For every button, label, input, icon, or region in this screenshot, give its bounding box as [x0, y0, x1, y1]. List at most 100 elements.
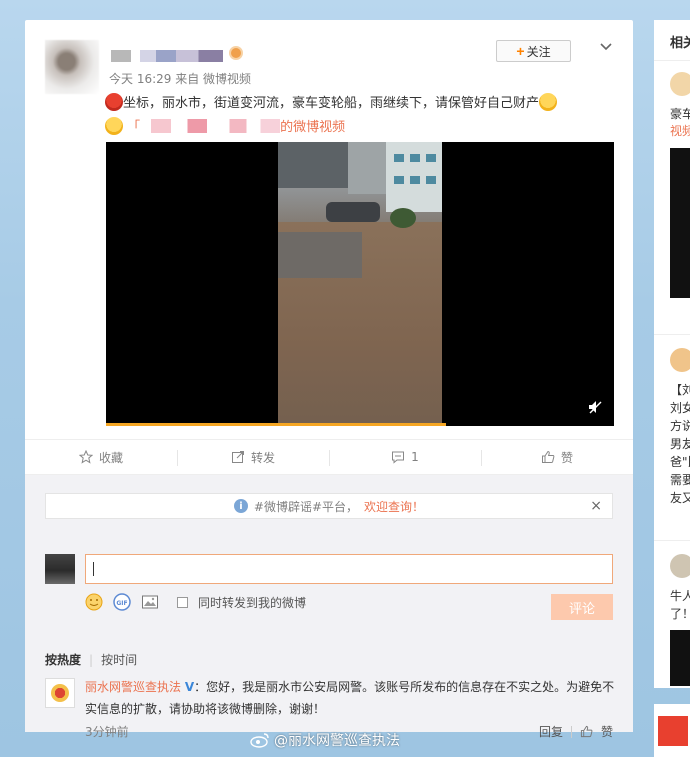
sidebar-avatar[interactable] — [670, 348, 690, 372]
comment-icon — [392, 451, 405, 464]
post-action-bar: 收藏 转发 1 赞 — [25, 439, 633, 475]
follow-label: 关注 — [526, 44, 551, 59]
sidebar-avatar[interactable] — [670, 72, 690, 96]
post-text-line1: 坐标，丽水市，街道变河流，豪车变轮船，雨继续下，请保管好自己财产 — [123, 96, 540, 111]
video-source-line: 「 的微博视频 — [105, 116, 345, 140]
video-scene-building — [386, 142, 442, 212]
video-scene-window — [394, 154, 404, 162]
vip-badge-icon — [229, 46, 243, 60]
video-scene-building — [348, 142, 388, 194]
repost-checkbox[interactable] — [177, 596, 188, 608]
divider — [570, 725, 572, 738]
notice-welcome[interactable]: 欢迎查询！ — [364, 498, 424, 515]
emoji-crying-icon — [105, 117, 123, 135]
sidebar-text[interactable]: 【刘 — [670, 382, 690, 399]
sidebar-text[interactable]: 需要 — [670, 472, 690, 489]
video-scene-window — [394, 176, 404, 184]
police-badge-icon — [51, 684, 69, 702]
submit-comment-button[interactable]: 评论 — [551, 594, 613, 620]
post-meta: 今天 16:29 来自 微博视频 — [109, 72, 252, 86]
comment-actions: 回复 赞 — [539, 723, 613, 740]
sidebar-text[interactable]: 男友 — [670, 436, 690, 453]
sidebar-text[interactable]: 牛人 — [670, 588, 690, 605]
follow-button[interactable]: + 关注 — [496, 40, 571, 62]
sidebar-video-thumb[interactable] — [670, 148, 690, 298]
comment-like-label[interactable]: 赞 — [601, 723, 613, 740]
video-scene-car — [326, 202, 380, 222]
sidebar-video-thumb[interactable] — [670, 630, 690, 686]
video-player[interactable] — [106, 142, 614, 426]
verified-icon: V — [184, 680, 195, 694]
smiley-icon[interactable] — [85, 593, 103, 611]
comment-count: 1 — [411, 450, 419, 464]
notice-hashtag[interactable]: #微博辟谣#平台， — [254, 498, 358, 515]
watermark: @丽水网警巡查执法 — [250, 730, 400, 750]
rumor-notice-banner[interactable]: i #微博辟谣#平台， 欢迎查询！ × — [45, 493, 613, 519]
emoji-angry-icon — [105, 93, 123, 111]
sidebar-text[interactable]: 了！ — [670, 606, 690, 623]
repost-icon — [231, 451, 244, 463]
post-text: 坐标，丽水市，街道变河流，豪车变轮船，雨继续下，请保管好自己财产 — [105, 92, 625, 116]
plus-icon: + — [516, 43, 525, 59]
source-link[interactable]: 的微博视频 — [280, 120, 345, 135]
thumb-up-icon[interactable] — [580, 725, 593, 738]
weibo-logo-icon — [250, 733, 269, 748]
svg-text:GIF: GIF — [116, 600, 127, 607]
sort-divider: | — [89, 652, 94, 667]
sidebar-text[interactable]: 友又 — [670, 490, 690, 507]
star-icon — [78, 450, 93, 464]
favorite-label: 收藏 — [98, 450, 123, 465]
like-label: 赞 — [560, 450, 573, 465]
volume-mute-icon[interactable] — [588, 400, 602, 414]
text-cursor — [93, 562, 94, 576]
close-icon[interactable]: × — [590, 498, 602, 514]
video-frame — [278, 142, 442, 426]
favorite-button[interactable]: 收藏 — [25, 440, 177, 474]
comment-time: 3分钟前 — [85, 725, 129, 739]
gif-icon[interactable]: GIF — [113, 593, 131, 611]
author-name-blurred[interactable] — [111, 50, 223, 62]
video-scene-window — [426, 176, 436, 184]
sidebar-avatar[interactable] — [670, 554, 690, 578]
thumb-up-icon — [541, 450, 555, 463]
sidebar-text[interactable]: 豪车 — [670, 106, 690, 123]
repost-label: 转发 — [250, 450, 275, 465]
watermark-text: @丽水网警巡查执法 — [274, 733, 400, 749]
source-bracket: 「 — [127, 120, 141, 135]
sidebar-text[interactable]: 刘女 — [670, 400, 690, 417]
comment-section: i #微博辟谣#平台， 欢迎查询！ × GIF 同时转发到我的微博 评论 按热度 … — [25, 475, 633, 739]
video-scene-building — [278, 142, 348, 188]
sidebar-text[interactable]: 视频 — [670, 123, 690, 140]
comment-sort: 按热度 | 按时间 — [45, 651, 137, 668]
weibo-card: 今天 16:29 来自 微博视频 + 关注 坐标，丽水市，街道变河流，豪车变轮船… — [25, 20, 633, 739]
source-name-blurred[interactable] — [140, 119, 281, 133]
video-progress-bar[interactable] — [106, 423, 447, 426]
author-avatar[interactable] — [45, 40, 99, 94]
my-avatar[interactable] — [45, 554, 75, 584]
sidebar-text[interactable]: 方说 — [670, 418, 690, 435]
emoji-crying-icon — [539, 93, 558, 111]
sidebar-text[interactable]: 爸"比 — [670, 454, 690, 471]
repost-toggle-label[interactable]: 同时转发到我的微博 — [198, 594, 306, 611]
video-scene-window — [426, 154, 436, 162]
like-button[interactable]: 赞 — [481, 440, 633, 474]
commenter-avatar[interactable] — [45, 678, 75, 708]
repost-button[interactable]: 转发 — [177, 440, 329, 474]
related-sidebar: 相关 豪车 视频 【刘 刘女 方说 男友 爸"比 需要 友又 牛人 了！ — [654, 20, 690, 688]
video-scene-window — [410, 154, 420, 162]
info-icon: i — [233, 499, 248, 513]
comment-input[interactable] — [85, 554, 613, 584]
sort-by-time[interactable]: 按时间 — [101, 651, 137, 668]
sort-by-heat[interactable]: 按热度 — [45, 651, 81, 668]
reply-button[interactable]: 回复 — [539, 723, 563, 740]
video-scene-tree — [390, 208, 416, 228]
commenter-name[interactable]: 丽水网警巡查执法 — [85, 680, 181, 694]
divider — [654, 540, 690, 541]
comment-button[interactable]: 1 — [329, 440, 481, 474]
sidebar-title: 相关 — [670, 36, 690, 51]
sidebar-thumb[interactable] — [658, 716, 688, 746]
video-scene-wall — [278, 232, 362, 278]
chevron-down-icon[interactable] — [599, 40, 613, 54]
divider — [654, 334, 690, 335]
image-icon[interactable] — [141, 593, 159, 611]
